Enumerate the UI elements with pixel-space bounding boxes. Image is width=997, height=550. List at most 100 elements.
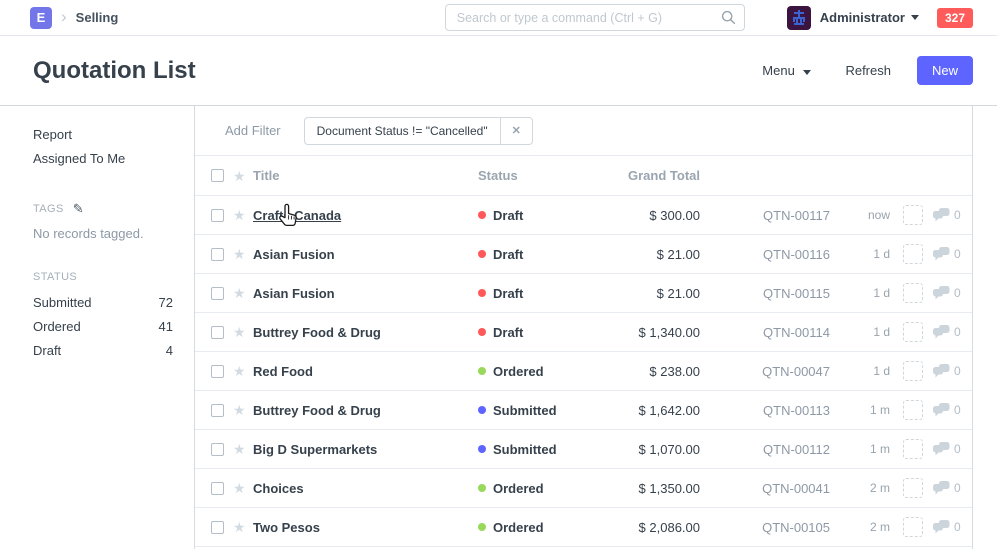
row-title-link[interactable]: Buttrey Food & Drug	[253, 403, 381, 418]
table-row[interactable]: ★ Red Food Ordered $ 238.00 QTN-00047 1 …	[195, 352, 972, 391]
user-menu[interactable]: Administrator	[787, 6, 919, 30]
row-title-link[interactable]: Choices	[253, 481, 304, 496]
comment-indicator: 0	[933, 247, 961, 261]
assign-placeholder[interactable]	[903, 322, 923, 342]
row-checkbox[interactable]	[211, 248, 224, 261]
status-label: Draft	[493, 247, 523, 262]
table-row[interactable]: ★ Asian Fusion Draft $ 21.00 QTN-00116 1…	[195, 235, 972, 274]
sidebar-item-assigned-to-me[interactable]: Assigned To Me	[33, 147, 174, 171]
row-grand-total: $ 21.00	[590, 247, 700, 262]
row-status: Ordered	[478, 481, 590, 496]
row-title-link[interactable]: Red Food	[253, 364, 313, 379]
filter-chip-label[interactable]: Document Status != "Cancelled"	[305, 118, 500, 144]
star-icon[interactable]: ★	[233, 208, 246, 222]
row-title-link[interactable]: Two Pesos	[253, 520, 320, 535]
row-grand-total: $ 1,642.00	[590, 403, 700, 418]
row-status: Ordered	[478, 364, 590, 379]
row-modified-time: now	[830, 208, 890, 222]
row-checkbox[interactable]	[211, 404, 224, 417]
status-filter-ordered[interactable]: Ordered 41	[33, 315, 173, 339]
status-label: Ordered	[493, 481, 544, 496]
assign-placeholder[interactable]	[903, 283, 923, 303]
status-filter-draft[interactable]: Draft 4	[33, 339, 173, 363]
star-icon[interactable]: ★	[233, 325, 246, 339]
sidebar-item-report[interactable]: Report	[33, 123, 174, 147]
remove-filter-icon[interactable]: ✕	[500, 118, 532, 144]
row-document-id: QTN-00041	[700, 481, 830, 496]
assign-placeholder[interactable]	[903, 361, 923, 381]
active-filter-chip: Document Status != "Cancelled" ✕	[304, 117, 533, 145]
assign-placeholder[interactable]	[903, 205, 923, 225]
star-icon[interactable]: ★	[233, 247, 246, 261]
comment-icon	[933, 286, 950, 300]
row-status: Draft	[478, 247, 590, 262]
status-label: Draft	[493, 208, 523, 223]
table-row[interactable]: ★ Asian Fusion Draft $ 21.00 QTN-00115 1…	[195, 274, 972, 313]
row-status: Submitted	[478, 442, 590, 457]
search-input[interactable]	[445, 4, 745, 31]
star-icon[interactable]: ★	[233, 442, 246, 456]
status-heading: STATUS	[33, 271, 174, 283]
status-count: 41	[159, 315, 173, 339]
breadcrumb-selling[interactable]: Selling	[76, 10, 119, 25]
row-checkbox[interactable]	[211, 326, 224, 339]
row-checkbox[interactable]	[211, 287, 224, 300]
comment-icon	[933, 364, 950, 378]
status-dot	[478, 211, 486, 219]
row-title-link[interactable]: Crafts Canada	[253, 208, 341, 223]
table-row[interactable]: ★ Buttrey Food & Drug Submitted $ 1,642.…	[195, 391, 972, 430]
assign-placeholder[interactable]	[903, 400, 923, 420]
star-icon[interactable]: ★	[233, 520, 246, 534]
page-actions: Menu Refresh New	[728, 56, 973, 85]
table-row[interactable]: ★ Buttrey Food & Drug Draft $ 1,340.00 Q…	[195, 313, 972, 352]
row-status: Draft	[478, 325, 590, 340]
star-icon[interactable]: ★	[233, 403, 246, 417]
table-row[interactable]: ★ Choices Ordered $ 1,350.00 QTN-00041 2…	[195, 469, 972, 508]
notification-badge[interactable]: 327	[937, 8, 973, 28]
table-row[interactable]: ★ Crafts Canada Draft $ 300.00 QTN-00117…	[195, 196, 972, 235]
row-checkbox[interactable]	[211, 482, 224, 495]
menu-dropdown[interactable]: Menu	[762, 63, 811, 78]
row-title-link[interactable]: Big D Supermarkets	[253, 442, 377, 457]
row-title-link[interactable]: Asian Fusion	[253, 247, 335, 262]
star-icon[interactable]: ★	[233, 481, 246, 495]
row-checkbox[interactable]	[211, 209, 224, 222]
global-search	[445, 4, 745, 31]
edit-tags-icon[interactable]: ✎	[73, 201, 84, 217]
row-document-id: QTN-00113	[700, 403, 830, 418]
row-status: Ordered	[478, 520, 590, 535]
status-count: 4	[166, 339, 173, 363]
row-modified-time: 2 m	[830, 520, 890, 534]
table-row[interactable]: ★ Big D Supermarkets Submitted $ 1,070.0…	[195, 430, 972, 469]
new-button[interactable]: New	[917, 56, 973, 85]
comment-count: 0	[954, 520, 961, 534]
row-title-link[interactable]: Buttrey Food & Drug	[253, 325, 381, 340]
status-label: Ordered	[493, 520, 544, 535]
assign-placeholder[interactable]	[903, 517, 923, 537]
star-icon[interactable]: ★	[233, 169, 246, 183]
row-checkbox[interactable]	[211, 521, 224, 534]
filter-bar: Add Filter Document Status != "Cancelled…	[195, 106, 972, 156]
app-logo[interactable]: E	[30, 7, 52, 29]
app-logo-letter: E	[37, 10, 46, 25]
assign-placeholder[interactable]	[903, 439, 923, 459]
table-row[interactable]: ★ Two Pesos Ordered $ 2,086.00 QTN-00105…	[195, 508, 972, 547]
row-title-link[interactable]: Asian Fusion	[253, 286, 335, 301]
status-dot	[478, 250, 486, 258]
row-status: Draft	[478, 208, 590, 223]
star-icon[interactable]: ★	[233, 286, 246, 300]
refresh-button[interactable]: Refresh	[845, 63, 891, 78]
row-document-id: QTN-00112	[700, 442, 830, 457]
row-document-id: QTN-00105	[700, 520, 830, 535]
assign-placeholder[interactable]	[903, 244, 923, 264]
row-checkbox[interactable]	[211, 365, 224, 378]
status-dot	[478, 406, 486, 414]
comment-count: 0	[954, 442, 961, 456]
star-icon[interactable]: ★	[233, 364, 246, 378]
row-checkbox[interactable]	[211, 443, 224, 456]
add-filter-button[interactable]: Add Filter	[225, 123, 281, 138]
assign-placeholder[interactable]	[903, 478, 923, 498]
select-all-checkbox[interactable]	[211, 169, 224, 182]
status-filter-submitted[interactable]: Submitted 72	[33, 291, 173, 315]
row-grand-total: $ 1,070.00	[590, 442, 700, 457]
